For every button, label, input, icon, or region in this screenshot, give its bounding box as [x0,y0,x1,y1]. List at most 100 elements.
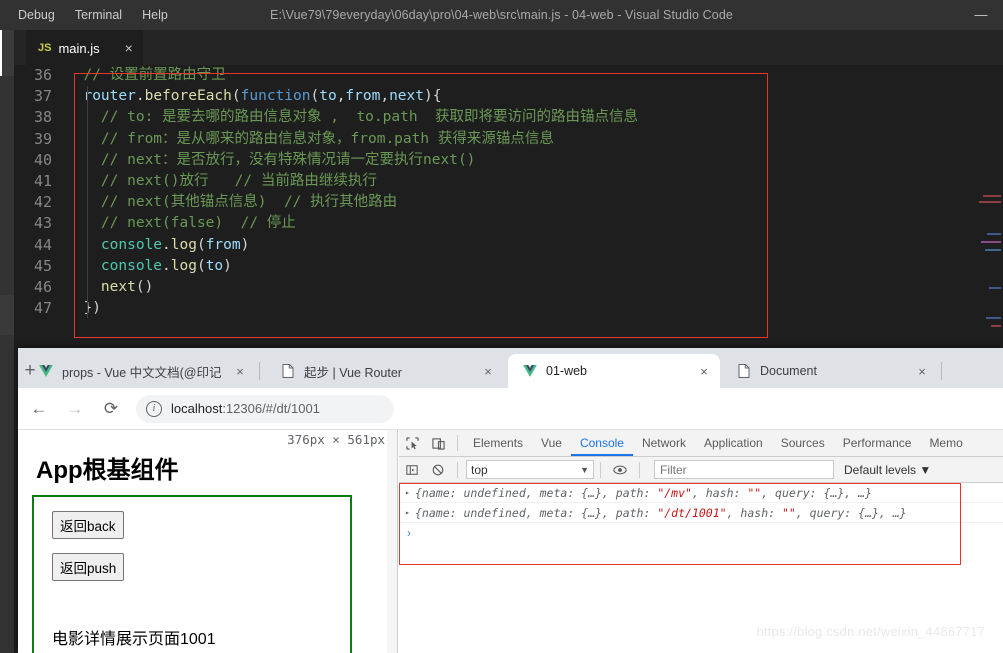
page-viewport[interactable]: 376px × 561px App根基组件 返回back 返回push 电影详情… [18,430,398,653]
console-filter-bar: top ▼ Default levels ▼ [399,457,1003,483]
console-levels-dropdown[interactable]: Default levels ▼ [844,463,931,477]
code-line[interactable]: 46 next() [14,277,638,298]
close-icon[interactable]: × [696,364,712,379]
forward-icon[interactable]: → [60,394,90,424]
devtools-tab-sources[interactable]: Sources [772,430,834,456]
line-number: 43 [33,214,52,233]
console-annotation-box [399,483,961,565]
code-text: console.log(from) [100,236,250,253]
vue-icon [522,363,538,379]
viewport-scrollbar[interactable] [387,430,397,653]
line-number: 39 [33,129,52,148]
code-line[interactable]: 47 }) [14,298,638,319]
code-line[interactable]: 42 // next(其他锚点信息) // 执行其他路由 [14,192,638,213]
cursor-select-icon[interactable] [399,430,425,456]
console-levels-label: Default levels [844,462,917,477]
code-line[interactable]: 37 router.beforeEach(function(to,from,ne… [14,86,638,107]
code-line[interactable]: 38 // to: 是要去哪的路由信息对象 , to.path 获取即将要访问的… [14,107,638,128]
movie-detail-text: 电影详情展示页面1001 [52,631,216,648]
devtools-tab-vue[interactable]: Vue [532,430,571,456]
url-path: :12306/#/dt/1001 [222,401,320,416]
editor-tab-main-js[interactable]: JS main.js × [26,30,143,65]
device-toolbar-icon[interactable] [425,430,451,456]
live-expression-icon[interactable] [607,457,633,483]
vscode-activity-bar[interactable] [0,30,14,653]
devtools-panel: Elements Vue Console Network Application… [399,430,1003,653]
browser-tab-3[interactable]: Document × [722,354,938,388]
code-text: }) [66,300,101,317]
code-line[interactable]: 45 console.log(to) [14,256,638,277]
code-line[interactable]: 41 // next()放行 // 当前路由继续执行 [14,171,638,192]
site-info-icon[interactable]: i [146,400,162,417]
code-text: console.log(to) [100,257,232,274]
browser-tab-0[interactable]: props - Vue 中文文档(@印记 × [24,354,256,388]
console-context-select[interactable]: top ▼ [466,460,594,479]
code-text: // to: 是要去哪的路由信息对象 , to.path 获取即将要访问的路由锚… [66,109,639,126]
tab-separator [941,362,942,380]
url-host: localhost [171,401,223,416]
js-file-icon: JS [38,42,52,54]
push-button[interactable]: 返回push [52,553,125,581]
back-icon[interactable]: ← [24,394,54,424]
vscode-titlebar: Debug Terminal Help E:\Vue79\79everyday\… [0,0,1003,30]
devtools-tab-application[interactable]: Application [695,430,772,456]
reload-icon[interactable]: ⟳ [96,394,126,424]
console-sidebar-icon[interactable] [399,457,425,483]
browser-tab-label-3: Document [760,364,817,378]
devtools-tab-memory[interactable]: Memo [920,430,971,456]
line-number: 46 [33,277,52,296]
close-icon[interactable]: × [914,364,930,379]
close-icon[interactable]: × [480,364,496,379]
close-icon[interactable]: × [125,41,133,55]
divider [457,461,458,478]
browser-tab-1[interactable]: 起步 | Vue Router × [266,354,504,388]
devtools-tab-performance[interactable]: Performance [834,430,921,456]
divider [457,435,458,451]
tab-separator [259,362,260,380]
browser-tab-2[interactable]: 01-web × [508,354,720,388]
indent-guide [87,86,88,318]
code-line[interactable]: 36 // 设置前置路由守卫 [14,65,638,86]
new-tab-button[interactable]: + [18,360,42,384]
watermark: https://blog.csdn.net/weixin_44867717 [756,624,985,639]
code-line[interactable]: 39 // from：是从哪来的路由信息对象，from.path 获得来源锚点信… [14,129,638,150]
line-number: 45 [33,256,52,275]
page-title: App根基组件 [36,457,179,484]
code-text: // from：是从哪来的路由信息对象，from.path 获得来源锚点信息 [66,130,554,147]
router-view-annotation-box: 返回back 返回push 电影详情展示页面1001 [32,495,352,653]
code-text: // next()放行 // 当前路由继续执行 [66,172,377,189]
page-icon [736,363,752,379]
code-line[interactable]: 43 // next(false) // 停止 [14,213,638,234]
console-filter-input[interactable] [654,460,834,479]
devtools-tab-console[interactable]: Console [571,430,633,456]
chrome-toolbar: ← → ⟳ i localhost:12306/#/dt/1001 [18,388,1003,430]
code-line[interactable]: 40 // next：是否放行，没有特殊情况请一定要执行next() [14,150,638,171]
line-number: 40 [33,150,52,169]
divider [639,461,640,478]
browser-tab-label-1: 起步 | Vue Router [304,365,402,380]
divider [600,461,601,478]
devtools-tab-network[interactable]: Network [633,430,695,456]
address-bar-url: localhost:12306/#/dt/1001 [171,401,320,416]
back-button[interactable]: 返回back [52,511,124,539]
line-number: 41 [33,171,52,190]
page-icon [280,363,296,379]
clear-console-icon[interactable] [425,457,451,483]
minimize-icon[interactable]: — [959,8,1003,21]
viewport-size-badge: 376px × 561px [287,432,385,447]
close-icon[interactable]: × [232,364,248,379]
code-text: next() [100,278,154,295]
activity-bar-secondary-indicator [0,295,14,335]
vscode-window-title: E:\Vue79\79everyday\06day\pro\04-web\src… [270,8,733,22]
screenshot-root: Debug Terminal Help E:\Vue79\79everyday\… [0,0,1003,653]
chevron-down-icon: ▼ [580,464,589,475]
browser-tab-label-0: props - Vue 中文文档(@印记 [62,365,222,380]
devtools-tab-elements[interactable]: Elements [464,430,532,456]
console-context-value: top [471,462,488,477]
code-text: router.beforeEach(function(to,from,next)… [83,88,442,105]
line-number: 38 [33,108,52,127]
address-bar[interactable]: i localhost:12306/#/dt/1001 [136,394,394,423]
code-line[interactable]: 44 console.log(from) [14,235,638,256]
devtools-tabbar: Elements Vue Console Network Application… [399,430,1003,457]
chrome-tabstrip: props - Vue 中文文档(@印记 × 起步 | Vue Router ×… [18,348,1003,388]
